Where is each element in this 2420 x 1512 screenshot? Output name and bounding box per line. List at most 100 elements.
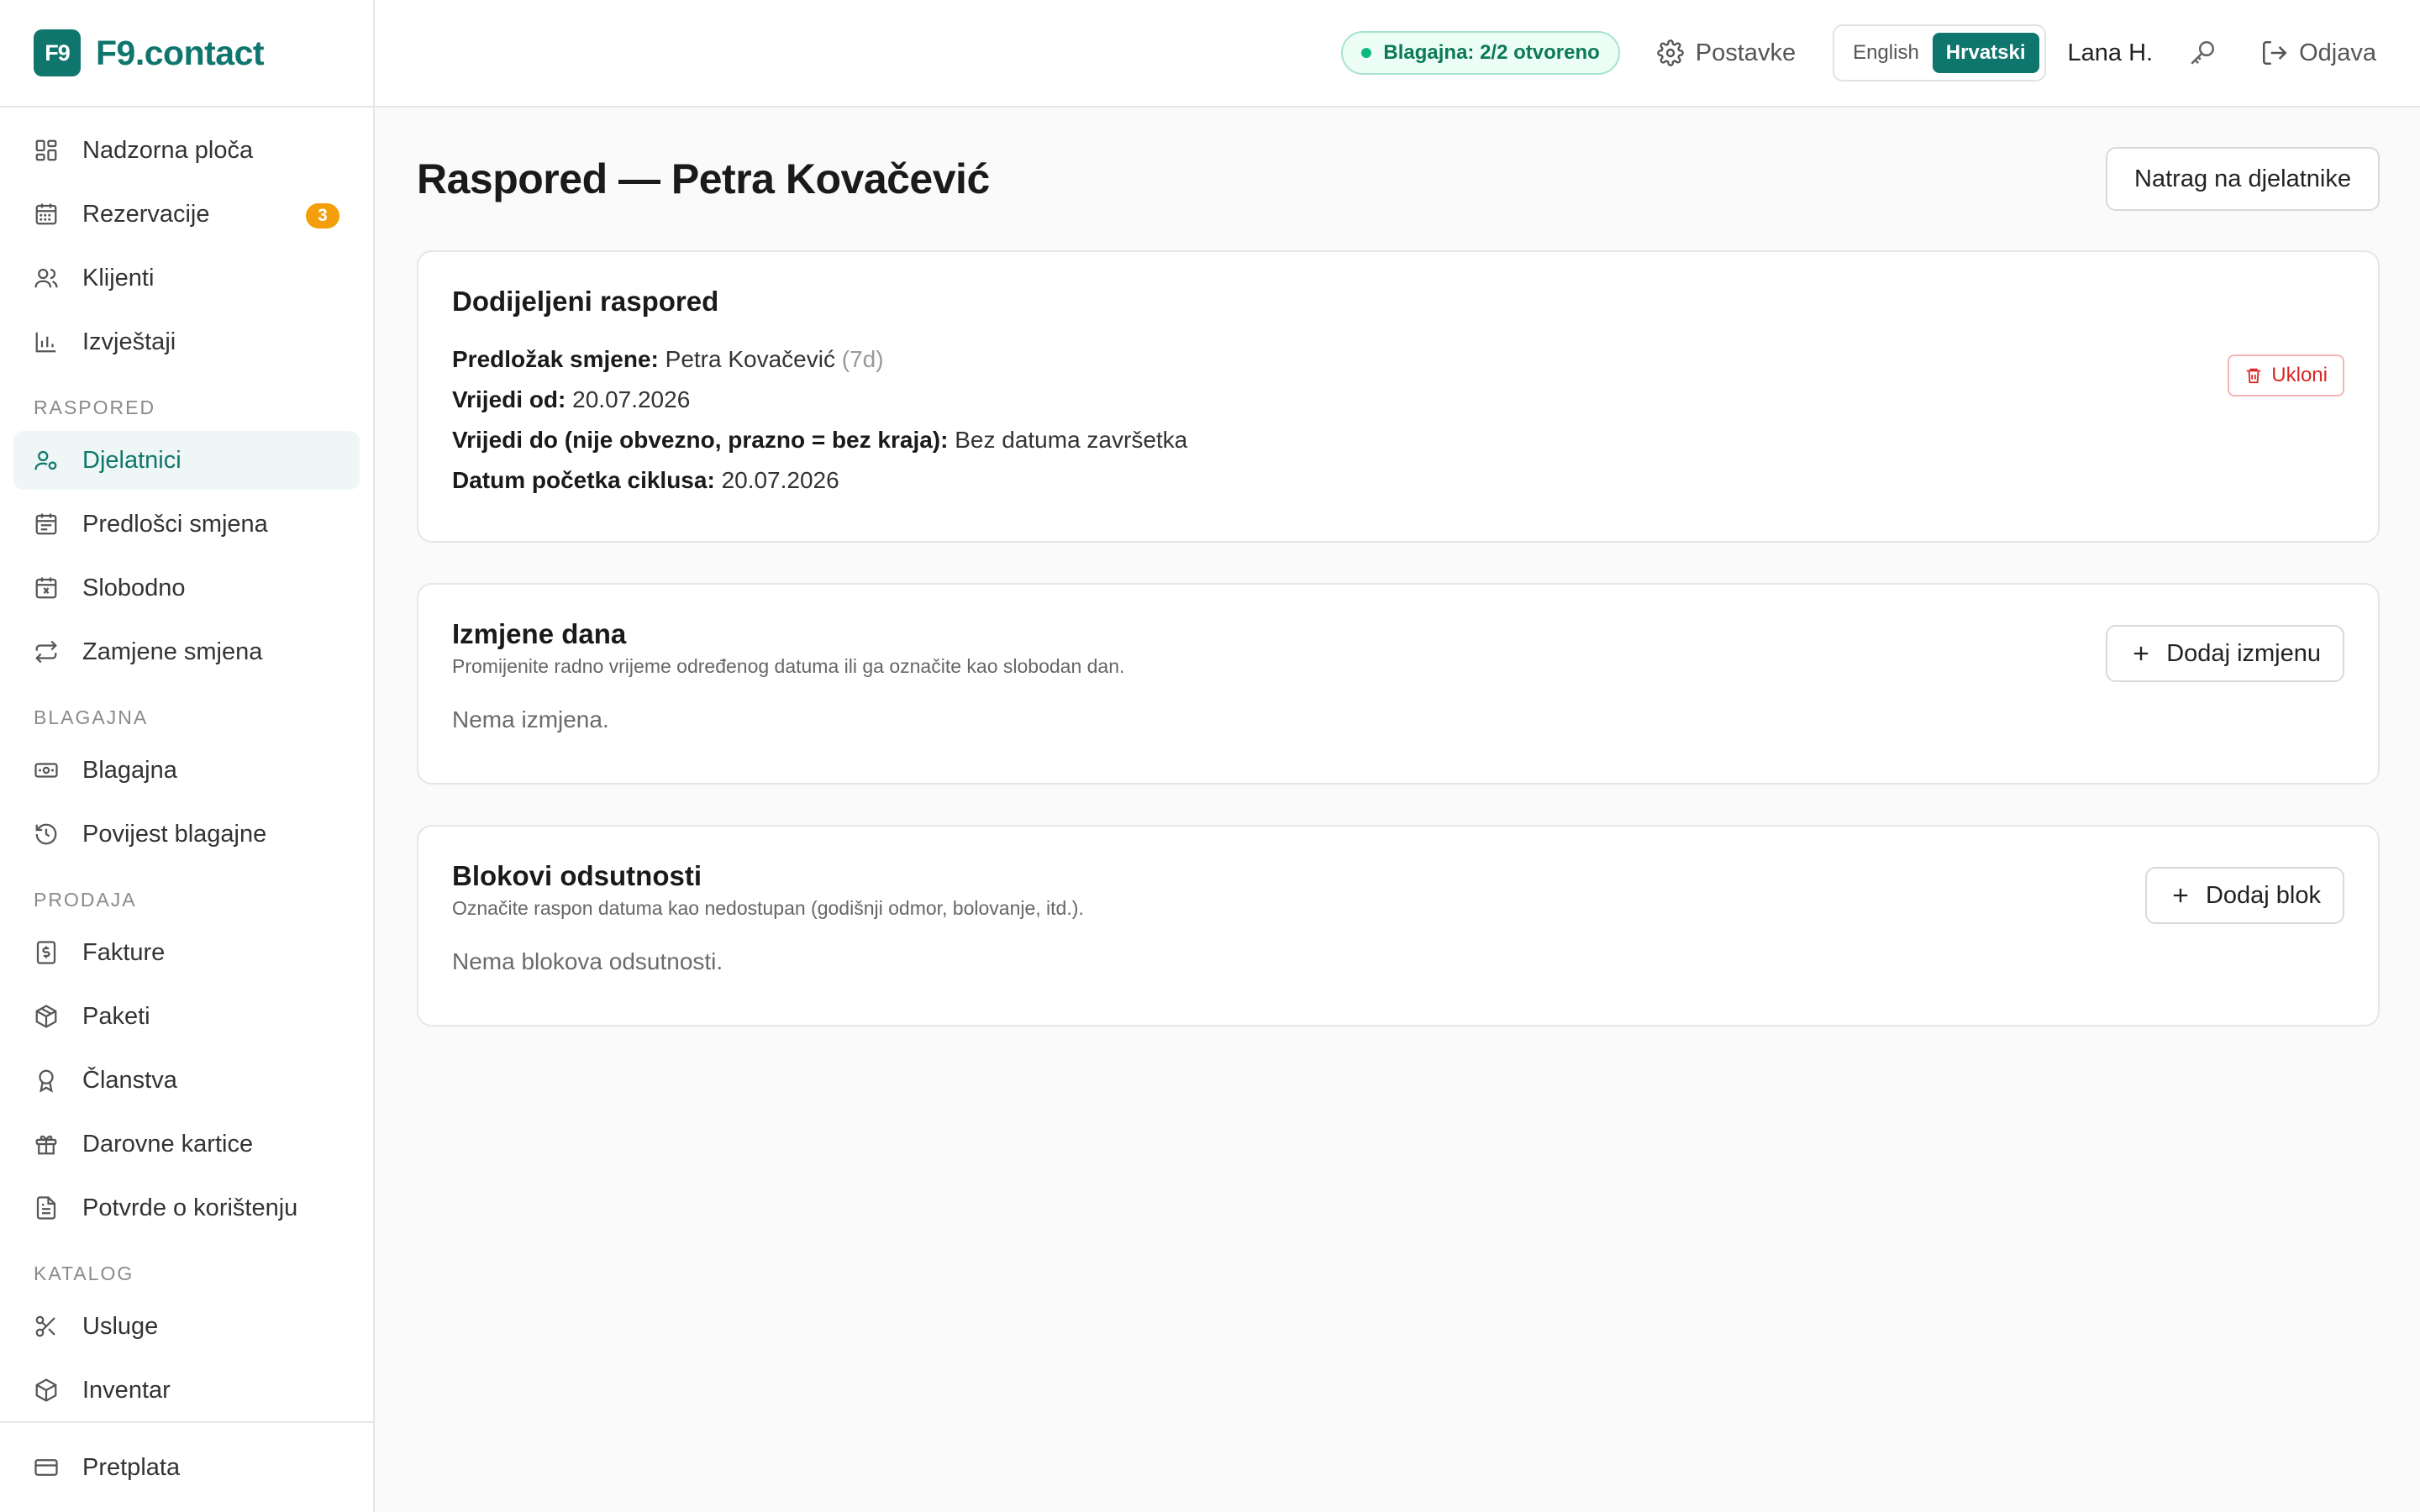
- banknote-icon: [34, 763, 58, 778]
- remove-schedule-button[interactable]: Ukloni: [2228, 354, 2344, 396]
- language-option-croatian[interactable]: Hrvatski: [1932, 33, 2039, 73]
- detail-shift-template: Predložak smjene: Petra Kovačević (7d): [452, 339, 2344, 380]
- sidebar-item-label: Inventar: [82, 1376, 171, 1404]
- absence-blocks-title: Blokovi odsutnosti: [452, 860, 702, 891]
- document-icon: [36, 1196, 56, 1220]
- user-name[interactable]: Lana H.: [2068, 39, 2154, 67]
- dashboard-icon: [35, 139, 57, 161]
- sidebar-item-label: Zamjene smjena: [82, 638, 263, 665]
- back-to-employees-button[interactable]: Natrag na djelatnike: [2106, 147, 2380, 211]
- sidebar-item-services[interactable]: Usluge: [13, 1297, 360, 1356]
- calendar-template-icon: [35, 513, 57, 535]
- valid-from-value: 20.07.2026: [572, 386, 691, 412]
- shift-template-label: Predložak smjene:: [452, 346, 659, 372]
- sidebar-item-employees[interactable]: Djelatnici: [13, 431, 360, 490]
- key-icon[interactable]: [2188, 39, 2217, 67]
- user-cog-icon: [34, 450, 57, 470]
- sidebar-item-gift-cards[interactable]: Darovne kartice: [13, 1115, 360, 1173]
- sidebar-item-label: Nadzorna ploča: [82, 136, 254, 164]
- sidebar-item-time-off[interactable]: Slobodno: [13, 559, 360, 617]
- invoice-icon: [36, 941, 56, 964]
- sidebar-item-label: Potvrde o korištenju: [82, 1194, 298, 1221]
- cash-register-status-text: Blagajna: 2/2 otvoreno: [1383, 41, 1600, 64]
- day-overrides-card: Izmjene dana Promijenite radno vrijeme o…: [417, 583, 2380, 785]
- sidebar-item-label: Predlošci smjena: [82, 510, 268, 538]
- brand[interactable]: F9 F9.contact: [0, 0, 373, 108]
- reservations-count-badge: 3: [306, 203, 339, 228]
- sidebar-item-shift-swaps[interactable]: Zamjene smjena: [13, 622, 360, 681]
- history-icon: [35, 823, 57, 845]
- sidebar-footer: Pretplata: [0, 1421, 373, 1512]
- logout-label: Odjava: [2299, 39, 2376, 66]
- calendar-off-icon: [35, 577, 57, 599]
- nav-section-cash: BLAGAJNA: [34, 706, 149, 728]
- package-icon: [35, 1005, 57, 1028]
- sidebar-item-subscription[interactable]: Pretplata: [13, 1438, 360, 1497]
- nav-section-catalog: KATALOG: [34, 1263, 134, 1284]
- language-option-english[interactable]: English: [1839, 33, 1933, 73]
- cycle-start-value: 20.07.2026: [721, 467, 839, 493]
- sidebar-item-reservations[interactable]: Rezervacije 3: [13, 185, 360, 244]
- add-override-button[interactable]: Dodaj izmjenu: [2106, 625, 2344, 682]
- sidebar-item-inventory[interactable]: Inventar: [13, 1361, 360, 1420]
- brand-logo: F9: [34, 29, 81, 76]
- assigned-schedule-title: Dodijeljeni raspored: [452, 286, 719, 317]
- sidebar-item-label: Fakture: [82, 938, 166, 966]
- sidebar-item-clients[interactable]: Klijenti: [13, 249, 360, 307]
- sidebar-item-cash-history[interactable]: Povijest blagajne: [13, 805, 360, 864]
- settings-link[interactable]: Postavke: [1656, 39, 1797, 67]
- sidebar-item-label: Darovne kartice: [82, 1130, 254, 1158]
- sidebar-item-dashboard[interactable]: Nadzorna ploča: [13, 121, 360, 180]
- valid-to-label: Vrijedi do (nije obvezno, prazno = bez k…: [452, 427, 949, 453]
- sidebar-item-label: Povijest blagajne: [82, 820, 267, 848]
- sidebar-item-usage-receipts[interactable]: Potvrde o korištenju: [13, 1179, 360, 1237]
- absences-empty-state: Nema blokova odsutnosti.: [452, 948, 723, 974]
- nav-section-schedule: RASPORED: [34, 396, 156, 418]
- sidebar-item-label: Slobodno: [82, 574, 186, 601]
- sidebar-item-memberships[interactable]: Članstva: [13, 1051, 360, 1110]
- swap-icon: [35, 640, 57, 664]
- award-icon: [39, 1069, 54, 1093]
- main-content: Raspored — Petra Kovačević Natrag na dje…: [417, 108, 2380, 1067]
- add-block-button[interactable]: Dodaj blok: [2144, 867, 2344, 924]
- status-dot-icon: [1361, 48, 1372, 58]
- sidebar-item-invoices[interactable]: Fakture: [13, 923, 360, 982]
- sidebar-item-packages[interactable]: Paketi: [13, 987, 360, 1046]
- detail-valid-to: Vrijedi do (nije obvezno, prazno = bez k…: [452, 420, 2344, 460]
- sidebar-item-label: Izvještaji: [82, 328, 176, 355]
- sidebar-item-label: Djelatnici: [82, 446, 182, 474]
- sidebar-item-cash-register[interactable]: Blagajna: [13, 741, 360, 800]
- valid-to-value: Bez datuma završetka: [955, 427, 1188, 453]
- logout-icon: [2263, 40, 2287, 66]
- gear-icon: [1656, 39, 1684, 66]
- absence-blocks-card: Blokovi odsutnosti Označite raspon datum…: [417, 825, 2380, 1026]
- logout-button[interactable]: Odjava: [2260, 39, 2376, 67]
- shift-template-value: Petra Kovačević: [665, 346, 835, 372]
- settings-label: Postavke: [1695, 39, 1797, 66]
- brand-name: F9.contact: [96, 33, 265, 72]
- schedule-details: Predložak smjene: Petra Kovačević (7d) V…: [452, 339, 2344, 501]
- page-header: Raspored — Petra Kovačević Natrag na dje…: [417, 108, 2380, 250]
- sidebar-item-label: Članstva: [82, 1066, 177, 1094]
- plus-icon: [2173, 888, 2188, 903]
- cash-register-status-badge[interactable]: Blagajna: 2/2 otvoreno: [1341, 31, 1620, 75]
- overrides-empty-state: Nema izmjena.: [452, 706, 609, 732]
- sidebar-item-label: Paketi: [82, 1002, 150, 1030]
- valid-from-label: Vrijedi od:: [452, 386, 566, 412]
- credit-card-icon: [34, 1459, 58, 1476]
- detail-cycle-start: Datum početka ciklusa: 20.07.2026: [452, 460, 2344, 501]
- sidebar-item-label: Klijenti: [82, 264, 155, 291]
- cycle-start-label: Datum početka ciklusa:: [452, 467, 715, 493]
- trash-icon: [2247, 368, 2261, 384]
- users-icon: [34, 268, 58, 288]
- sidebar-nav: Nadzorna ploča Rezervacije 3 Klijenti Iz…: [0, 108, 373, 1421]
- sidebar: F9 F9.contact Nadzorna ploča Rezervacije…: [0, 0, 375, 1512]
- page-title: Raspored — Petra Kovačević: [417, 155, 990, 202]
- sidebar-item-reports[interactable]: Izvještaji: [13, 312, 360, 371]
- sidebar-item-shift-templates[interactable]: Predlošci smjena: [13, 495, 360, 554]
- gift-icon: [35, 1135, 57, 1155]
- assigned-schedule-card: Dodijeljeni raspored Ukloni Predložak sm…: [417, 250, 2380, 543]
- add-override-label: Dodaj izmjenu: [2166, 639, 2321, 667]
- day-overrides-title: Izmjene dana: [452, 618, 627, 649]
- sidebar-item-label: Usluge: [82, 1312, 159, 1340]
